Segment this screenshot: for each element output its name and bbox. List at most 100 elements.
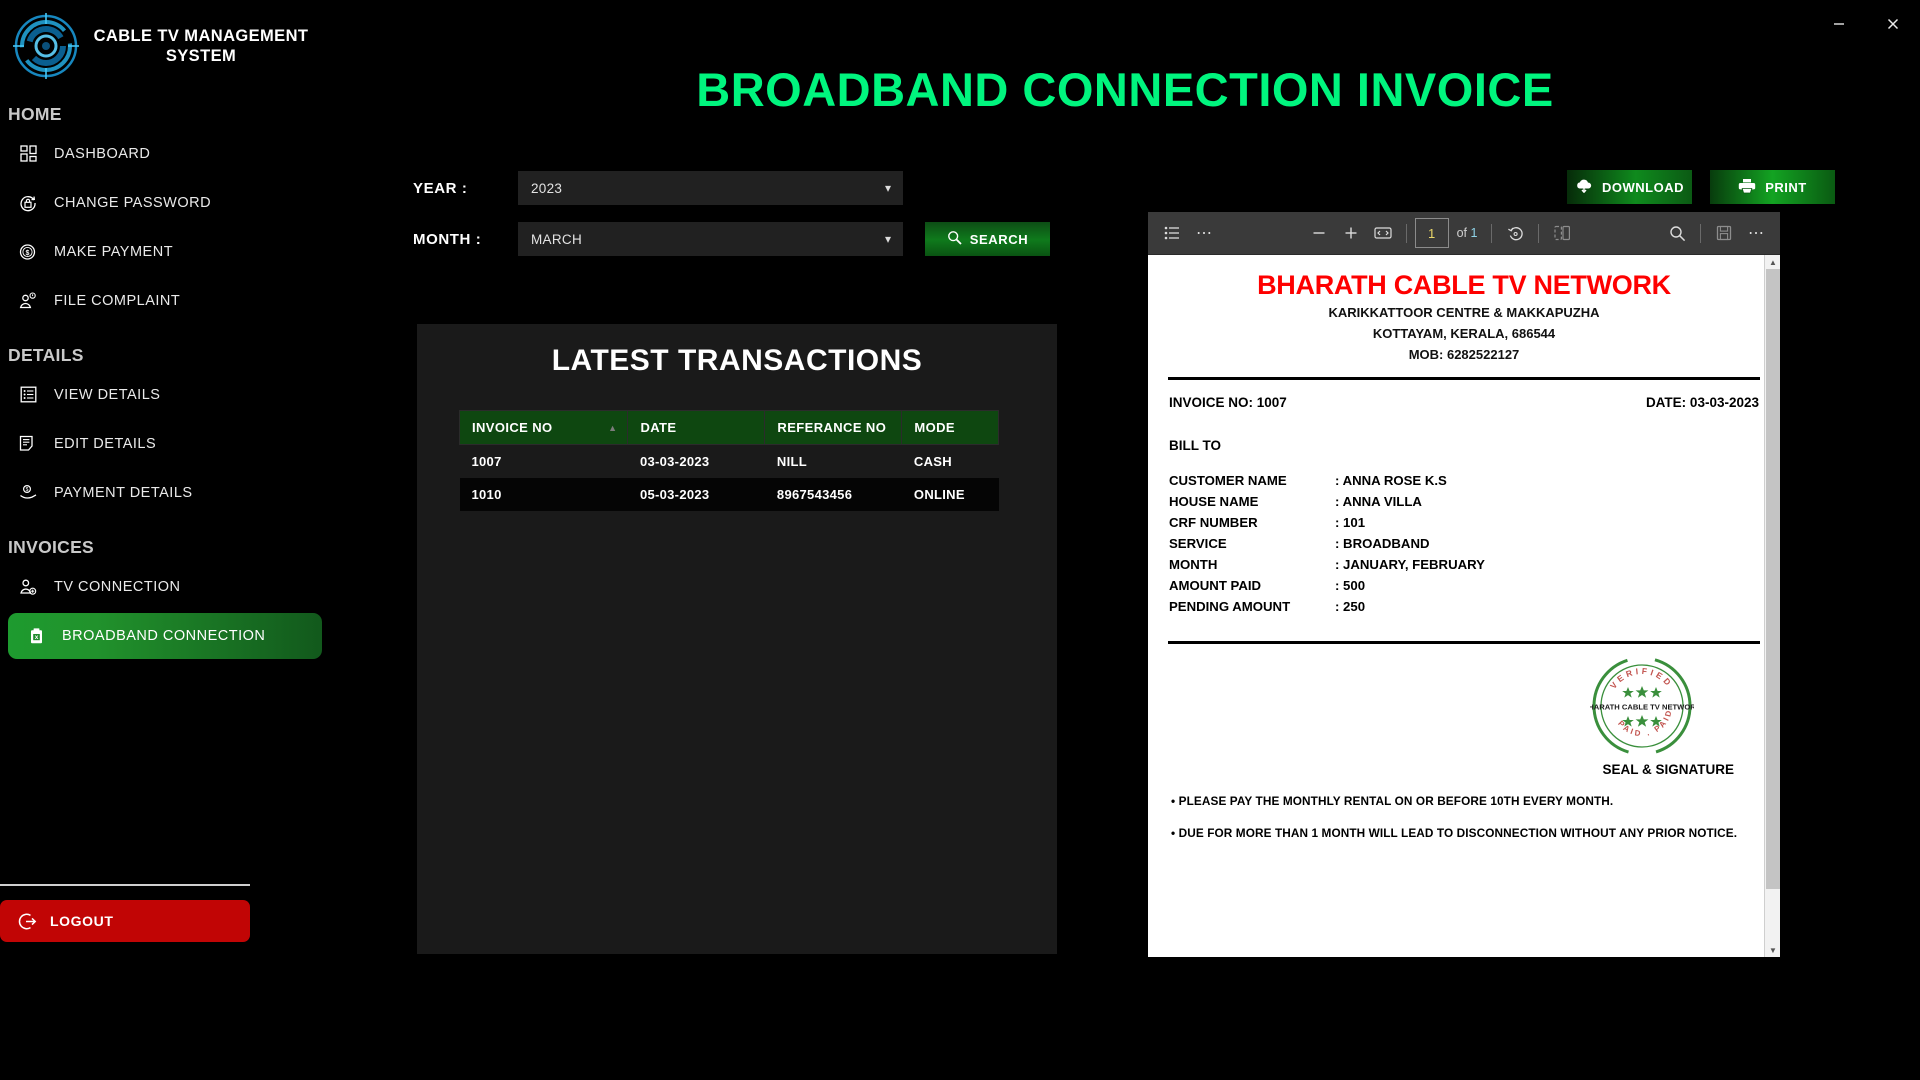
pdf-vertical-scrollbar[interactable]: ▲ ▼ (1764, 255, 1780, 957)
svg-text:x: x (34, 634, 38, 641)
sidebar-item-label: DASHBOARD (54, 145, 151, 162)
column-header-reference-no[interactable]: REFERANCE NO (764, 410, 903, 445)
transactions-table: INVOICE NO ▲ DATE REFERANCE NO MODE 1007… (458, 410, 999, 511)
invoice-address-line-2: KOTTAYAM, KERALA, 686544 (1372, 325, 1556, 341)
invoice-number: INVOICE NO: 1007 (1169, 395, 1287, 411)
zoom-out-button[interactable] (1304, 219, 1334, 247)
sidebar-item-label: CHANGE PASSWORD (54, 194, 212, 211)
year-label: YEAR : (413, 179, 468, 197)
pdf-scrollbar-thumb[interactable] (1766, 269, 1780, 889)
chevron-down-icon: ▾ (884, 181, 891, 195)
column-header-mode[interactable]: MODE (901, 410, 999, 445)
minimize-button[interactable] (1812, 4, 1866, 44)
invoice-header: BHARATH CABLE TV NETWORK KARIKKATTOOR CE… (1166, 270, 1762, 364)
field-key: CUSTOMER NAME (1169, 473, 1287, 489)
save-icon[interactable] (1709, 219, 1739, 247)
section-label-details: DETAILS (8, 345, 84, 365)
page-total-value: 1 (1470, 226, 1478, 240)
page-number-input[interactable]: 1 (1414, 218, 1449, 248)
invoice-field-row: HOUSE NAME : ANNA VILLA (1169, 491, 1762, 512)
pdf-more-left-icon[interactable]: ⋯ (1189, 219, 1219, 247)
invoice-field-row: MONTH : JANUARY, FEBRUARY (1169, 554, 1762, 575)
close-button[interactable] (1866, 4, 1920, 44)
cell-reference-no: NILL (764, 444, 902, 478)
sort-ascending-icon: ▲ (608, 422, 618, 433)
sidebar-item-label: PAYMENT DETAILS (54, 484, 193, 501)
cell-mode: CASH (901, 444, 999, 478)
invoice-note: • PLEASE PAY THE MONTHLY RENTAL ON OR BE… (1171, 794, 1614, 809)
field-key: SERVICE (1169, 536, 1227, 552)
transactions-title: LATEST TRANSACTIONS (551, 344, 923, 377)
rotate-icon[interactable] (1500, 219, 1530, 247)
sidebar-item-label: FILE COMPLAINT (54, 292, 181, 309)
print-button[interactable]: PRINT (1710, 170, 1835, 204)
search-button[interactable]: SEARCH (925, 222, 1050, 256)
sidebar-item-dashboard[interactable]: DASHBOARD (0, 131, 322, 176)
action-buttons: DOWNLOAD PRINT (1567, 170, 1835, 204)
page-view-icon[interactable] (1547, 219, 1577, 247)
invoice-field-row: AMOUNT PAID : 500 (1169, 575, 1762, 596)
invoice-field-row: SERVICE : BROADBAND (1169, 533, 1762, 554)
invoice-field-row: PENDING AMOUNT : 250 (1169, 596, 1762, 617)
field-value: : ANNA ROSE K.S (1335, 473, 1447, 489)
brand-title: CABLE TV MANAGEMENT SYSTEM (93, 26, 309, 65)
logout-label: LOGOUT (50, 913, 114, 929)
field-value: : JANUARY, FEBRUARY (1335, 557, 1485, 573)
sidebar-item-change-password[interactable]: CHANGE PASSWORD (0, 180, 322, 225)
sidebar-item-make-payment[interactable]: $ MAKE PAYMENT (0, 229, 322, 274)
pdf-more-right-icon[interactable]: ⋯ (1741, 219, 1771, 247)
nav-group-home: DASHBOARD CHANGE PASSWORD $ MAKE PAYMENT… (0, 131, 330, 323)
field-key: CRF NUMBER (1169, 515, 1258, 531)
invoice-meta-row: INVOICE NO: 1007 DATE: 03-03-2023 (1169, 395, 1759, 410)
seal-caption: SEAL & SIGNATURE (1602, 762, 1734, 778)
bill-to-label: BILL TO (1169, 438, 1222, 454)
table-row[interactable]: 1007 03-03-2023 NILL CASH (459, 444, 999, 478)
svg-text:$: $ (25, 487, 28, 493)
column-header-date[interactable]: DATE (627, 410, 766, 445)
fit-width-icon[interactable] (1368, 219, 1398, 247)
year-select[interactable]: 2023 ▾ (518, 171, 903, 205)
sidebar-item-broadband-connection[interactable]: x BROADBAND CONNECTION (8, 613, 322, 659)
seal-area: VERIFIED PAID . PAID HARATH CABLE TV NET… (1166, 644, 1762, 794)
pdf-document-page: BHARATH CABLE TV NETWORK KARIKKATTOOR CE… (1148, 255, 1780, 957)
scroll-up-arrow-icon[interactable]: ▲ (1765, 255, 1781, 269)
field-value: : 101 (1335, 515, 1366, 531)
sidebar: CABLE TV MANAGEMENT SYSTEM HOME DASHBOAR… (0, 0, 330, 1080)
logout-button[interactable]: LOGOUT (0, 900, 250, 942)
application-window: CABLE TV MANAGEMENT SYSTEM HOME DASHBOAR… (0, 0, 1920, 1080)
svg-text:VERIFIED: VERIFIED (1608, 666, 1675, 691)
field-value: : ANNA VILLA (1335, 494, 1422, 510)
list-thumbnails-icon[interactable] (1157, 219, 1187, 247)
column-header-invoice-no[interactable]: INVOICE NO ▲ (458, 410, 629, 445)
svg-text:$: $ (26, 250, 30, 257)
print-label: PRINT (1765, 179, 1807, 195)
sidebar-item-payment-details[interactable]: $ PAYMENT DETAILS (0, 470, 322, 515)
month-label: MONTH : (413, 230, 482, 248)
field-key: AMOUNT PAID (1169, 578, 1262, 594)
table-row[interactable]: 1010 05-03-2023 8967543456 ONLINE (459, 478, 999, 511)
field-value: : BROADBAND (1335, 536, 1430, 552)
sidebar-item-edit-details[interactable]: EDIT DETAILS (0, 421, 322, 466)
zoom-in-button[interactable] (1336, 219, 1366, 247)
scroll-down-arrow-icon[interactable]: ▼ (1765, 943, 1781, 957)
month-select[interactable]: MARCH ▾ (518, 222, 903, 256)
sidebar-item-label: EDIT DETAILS (54, 435, 157, 452)
search-button-label: SEARCH (969, 231, 1029, 247)
section-label-invoices: INVOICES (8, 537, 95, 557)
sidebar-item-label: BROADBAND CONNECTION (62, 628, 266, 644)
sidebar-item-view-details[interactable]: VIEW DETAILS (0, 372, 322, 417)
sidebar-item-file-complaint[interactable]: FILE COMPLAINT (0, 278, 322, 323)
pdf-toolbar: ⋯ 1 of 1 ⋯ (1148, 212, 1780, 255)
download-label: DOWNLOAD (1602, 179, 1684, 195)
column-label: INVOICE NO (472, 420, 553, 435)
svg-text:PAID . PAID: PAID . PAID (1616, 708, 1674, 739)
field-key: HOUSE NAME (1169, 494, 1259, 510)
search-icon[interactable] (1662, 219, 1692, 247)
verified-seal-icon: VERIFIED PAID . PAID HARATH CABLE TV NET… (1583, 654, 1702, 758)
cell-date: 03-03-2023 (627, 444, 765, 478)
nav-group-details: VIEW DETAILS EDIT DETAILS $ PAYMENT DETA… (0, 372, 330, 515)
field-key: PENDING AMOUNT (1169, 599, 1291, 615)
bill-to-fields: CUSTOMER NAME : ANNA ROSE K.S HOUSE NAME… (1169, 470, 1762, 617)
sidebar-item-tv-connection[interactable]: TV CONNECTION (0, 564, 322, 609)
download-button[interactable]: DOWNLOAD (1567, 170, 1692, 204)
